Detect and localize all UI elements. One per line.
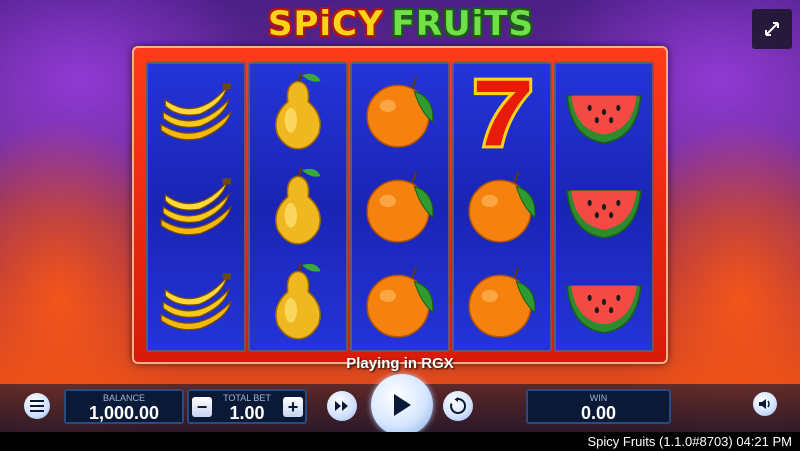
watermelon-icon <box>566 94 642 144</box>
info-message: Playing in RGX <box>346 355 454 372</box>
seven-icon <box>473 77 533 149</box>
turbo-icon <box>335 401 348 411</box>
sound-button[interactable] <box>753 392 777 416</box>
orange-icon <box>366 267 434 338</box>
reels-area <box>146 62 654 352</box>
reel-3 <box>350 62 450 352</box>
reel-4 <box>452 62 552 352</box>
fullscreen-button[interactable] <box>752 9 792 49</box>
pear-icon <box>275 167 321 245</box>
watermelon-icon <box>566 189 642 239</box>
orange-icon <box>366 171 434 243</box>
autoplay-button[interactable] <box>443 391 473 421</box>
spin-button[interactable] <box>371 374 433 436</box>
banana-icon <box>160 82 232 140</box>
pear-symbol <box>257 166 339 248</box>
orange-symbol <box>359 71 441 153</box>
fullscreen-icon <box>765 22 779 36</box>
orange-symbol <box>359 261 441 343</box>
win-label: WIN <box>589 393 608 403</box>
pear-symbol <box>257 261 339 343</box>
reel-1 <box>146 62 246 352</box>
autoplay-icon <box>450 397 467 414</box>
bet-increase-button[interactable]: + <box>283 397 303 417</box>
win-value: 0.00 <box>580 403 617 423</box>
reel-2 <box>248 62 348 352</box>
orange-icon <box>468 267 536 338</box>
balance-label: BALANCE <box>102 393 146 403</box>
banana-symbol <box>155 71 237 153</box>
bet-decrease-button[interactable]: − <box>192 397 212 417</box>
banana-symbol <box>155 261 237 343</box>
banana-icon <box>160 178 232 236</box>
win-panel: WIN 0.00 <box>526 389 671 424</box>
orange-symbol <box>359 166 441 248</box>
balance-value: 1,000.00 <box>88 403 160 423</box>
sound-icon <box>759 399 770 409</box>
banana-symbol <box>155 166 237 248</box>
banana-icon <box>160 273 232 331</box>
pear-symbol <box>257 71 339 153</box>
orange-icon <box>366 76 434 148</box>
balance-panel: BALANCE 1,000.00 <box>64 389 184 424</box>
orange-icon <box>468 171 536 243</box>
turbo-button[interactable] <box>327 391 357 421</box>
pear-icon <box>275 72 321 150</box>
orange-symbol <box>461 166 543 248</box>
play-icon <box>394 394 411 416</box>
seven-symbol <box>461 71 543 153</box>
reel-5 <box>554 62 654 352</box>
logo-word-fruits: FRUiTS <box>391 4 534 44</box>
reel-frame <box>132 46 668 364</box>
menu-icon <box>30 400 44 412</box>
orange-symbol <box>461 261 543 343</box>
status-bar: Spicy Fruits (1.1.0#8703) 04:21 PM <box>0 432 800 451</box>
logo-word-spicy: SPiCY <box>268 4 384 44</box>
pear-icon <box>275 263 321 340</box>
watermelon-symbol <box>563 166 645 248</box>
menu-button[interactable] <box>24 393 50 419</box>
watermelon-symbol <box>563 261 645 343</box>
game-logo: SPiCY FRUiTS <box>268 4 534 44</box>
watermelon-icon <box>566 285 642 334</box>
watermelon-symbol <box>563 71 645 153</box>
